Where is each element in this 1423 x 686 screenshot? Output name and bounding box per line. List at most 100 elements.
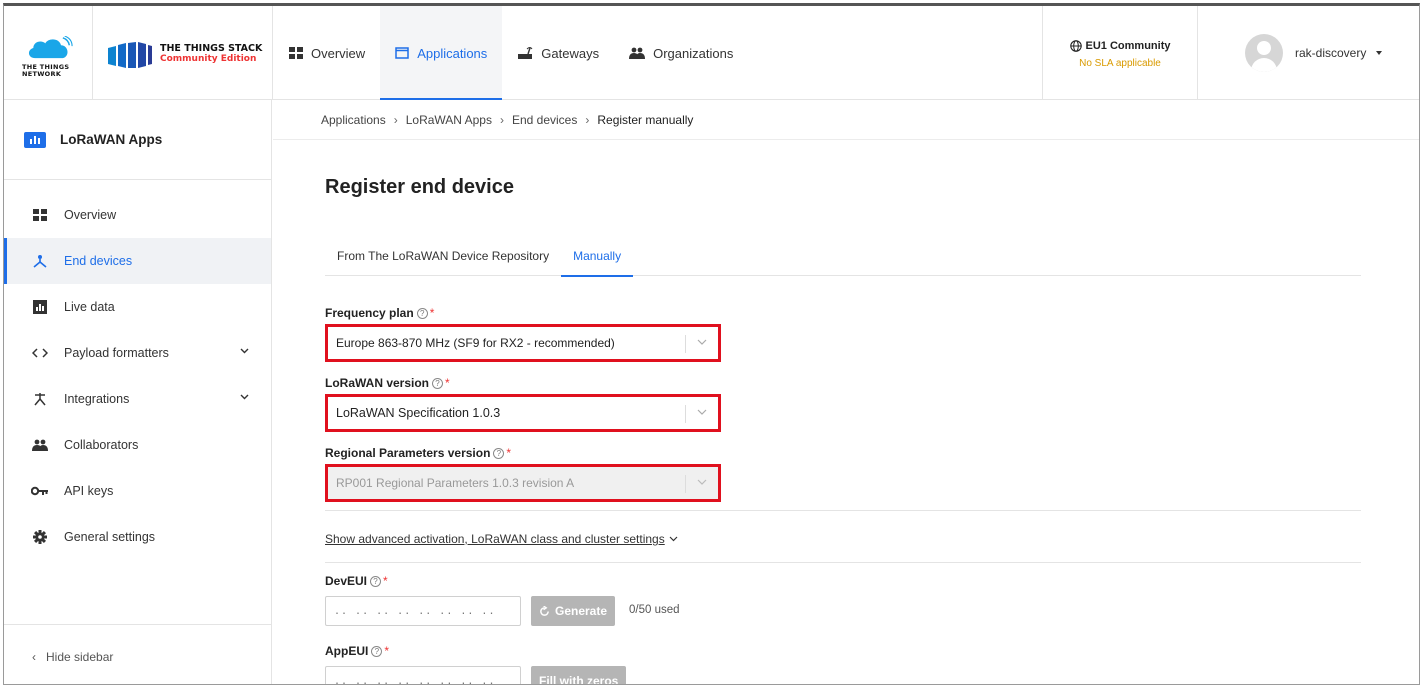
breadcrumb-end-devices[interactable]: End devices <box>512 113 577 127</box>
fill-zeros-button[interactable]: Fill with zeros <box>531 666 627 685</box>
help-icon[interactable]: ? <box>416 307 428 319</box>
sidebar-item-label: General settings <box>64 530 156 544</box>
main-content: Applications › LoRaWAN Apps › End device… <box>273 100 1419 685</box>
user-menu[interactable]: rak-discovery <box>1199 6 1419 100</box>
breadcrumb-applications[interactable]: Applications <box>321 113 386 127</box>
code-icon <box>30 347 50 359</box>
gear-icon <box>30 530 50 544</box>
app-eui-label: AppEUI ? * <box>325 644 389 658</box>
app-icon <box>24 131 46 148</box>
generate-button[interactable]: Generate <box>531 596 616 626</box>
window-icon <box>395 47 409 59</box>
generate-label: Generate <box>555 604 608 618</box>
hide-sidebar-button[interactable]: ‹ Hide sidebar <box>4 624 271 684</box>
lorawan-version-label-text: LoRaWAN version <box>325 376 430 390</box>
product-edition: Community Edition <box>160 54 257 64</box>
lorawan-version-value: LoRaWAN Specification 1.0.3 <box>336 406 501 420</box>
user-name: rak-discovery <box>1295 46 1367 60</box>
breadcrumb-app[interactable]: LoRaWAN Apps <box>406 113 492 127</box>
app-title: LoRaWAN Apps <box>60 132 163 147</box>
chevron-down-icon <box>240 348 249 354</box>
required-marker: * <box>429 306 435 320</box>
nav-organizations-label: Organizations <box>653 45 734 61</box>
divider <box>325 562 1361 563</box>
avatar <box>1245 34 1283 72</box>
sidebar-item-label: Collaborators <box>64 438 139 452</box>
divider <box>325 510 1361 511</box>
chevron-down-icon <box>669 536 678 542</box>
sidebar-item-general-settings[interactable]: General settings <box>4 514 271 560</box>
chevron-right-icon: › <box>499 112 504 127</box>
nav-applications-label: Applications <box>417 45 488 61</box>
sidebar-item-label: End devices <box>64 254 133 268</box>
sidebar-list: Overview End devices Live data Payload f… <box>4 180 271 560</box>
breadcrumb: Applications › LoRaWAN Apps › End device… <box>273 100 1419 140</box>
help-icon[interactable]: ? <box>371 645 383 657</box>
sidebar-item-api-keys[interactable]: API keys <box>4 468 271 514</box>
nav-gateways[interactable]: Gateways <box>502 6 614 100</box>
regional-params-value: RP001 Regional Parameters 1.0.3 revision… <box>336 476 575 490</box>
ttn-logo-text: THE THINGS NETWORK <box>22 63 70 78</box>
app-window: THE THINGS NETWORK THE THINGS STACK Comm… <box>3 3 1420 685</box>
cloud-icon <box>28 36 73 59</box>
cluster-indicator[interactable]: EU1 Community No SLA applicable <box>1042 6 1198 100</box>
nav-applications[interactable]: Applications <box>380 6 503 100</box>
page-title: Register end device <box>325 176 514 198</box>
required-marker: * <box>445 376 450 390</box>
header-divider <box>272 6 273 100</box>
help-icon[interactable]: ? <box>493 447 505 459</box>
app-eui-input[interactable]: .. .. .. .. .. .. .. .. <box>325 666 521 684</box>
grid-icon <box>30 209 50 221</box>
integrations-icon <box>30 392 50 406</box>
tab-device-repository[interactable]: From The LoRaWAN Device Repository <box>325 236 561 276</box>
required-marker: * <box>506 446 512 460</box>
sidebar-item-label: Integrations <box>64 392 130 406</box>
chevron-right-icon: › <box>393 112 398 127</box>
dev-eui-label-text: DevEUI <box>325 574 368 588</box>
sidebar-item-label: Live data <box>64 300 115 314</box>
nav-gateways-label: Gateways <box>541 45 600 61</box>
sidebar-item-live-data[interactable]: Live data <box>4 284 271 330</box>
ttn-logo[interactable]: THE THINGS NETWORK <box>22 28 78 88</box>
tab-manually[interactable]: Manually <box>561 236 634 277</box>
dev-eui-input[interactable]: .. .. .. .. .. .. .. .. <box>325 596 521 626</box>
frequency-plan-label: Frequency plan ? * <box>325 306 434 320</box>
sidebar-item-collaborators[interactable]: Collaborators <box>4 422 271 468</box>
nav-organizations[interactable]: Organizations <box>614 6 748 100</box>
sidebar: LoRaWAN Apps Overview End devices Live d… <box>4 100 272 684</box>
sidebar-item-end-devices[interactable]: End devices <box>4 238 271 284</box>
frequency-plan-select[interactable]: Europe 863-870 MHz (SF9 for RX2 - recomm… <box>325 324 721 362</box>
dev-eui-label: DevEUI ? * <box>325 574 388 588</box>
required-marker: * <box>384 644 390 658</box>
advanced-settings-label: Show advanced activation, LoRaWAN class … <box>325 532 665 546</box>
top-header: THE THINGS NETWORK THE THINGS STACK Comm… <box>4 6 1419 100</box>
fill-zeros-label: Fill with zeros <box>539 674 619 685</box>
refresh-icon <box>540 605 549 616</box>
sidebar-item-overview[interactable]: Overview <box>4 192 271 238</box>
sidebar-item-payload-formatters[interactable]: Payload formatters <box>4 330 271 376</box>
header-divider <box>92 6 93 100</box>
nav-overview-label: Overview <box>311 45 366 61</box>
chevron-left-icon: ‹ <box>32 649 36 664</box>
grid-icon <box>289 47 303 59</box>
product-title: THE THINGS STACK <box>160 43 263 54</box>
lorawan-version-label: LoRaWAN version ? * <box>325 376 450 390</box>
frequency-plan-value: Europe 863-870 MHz (SF9 for RX2 - recomm… <box>336 336 615 350</box>
advanced-settings-toggle[interactable]: Show advanced activation, LoRaWAN class … <box>325 532 678 546</box>
frequency-plan-label-text: Frequency plan <box>325 306 414 320</box>
nav-overview[interactable]: Overview <box>274 6 380 100</box>
people-icon <box>30 439 50 451</box>
chevron-down-icon <box>697 409 707 415</box>
required-marker: * <box>383 574 388 588</box>
chevron-down-icon <box>697 339 707 345</box>
people-icon <box>629 47 646 59</box>
gateway-icon <box>517 47 533 59</box>
chevron-right-icon: › <box>585 112 590 127</box>
help-icon[interactable]: ? <box>370 575 382 587</box>
help-icon[interactable]: ? <box>432 377 444 389</box>
lorawan-version-select[interactable]: LoRaWAN Specification 1.0.3 <box>325 394 721 432</box>
tts-logo-icon <box>108 42 152 68</box>
sidebar-item-label: Overview <box>64 208 117 222</box>
sidebar-item-integrations[interactable]: Integrations <box>4 376 271 422</box>
cluster-name: EU1 Community <box>1085 40 1171 52</box>
